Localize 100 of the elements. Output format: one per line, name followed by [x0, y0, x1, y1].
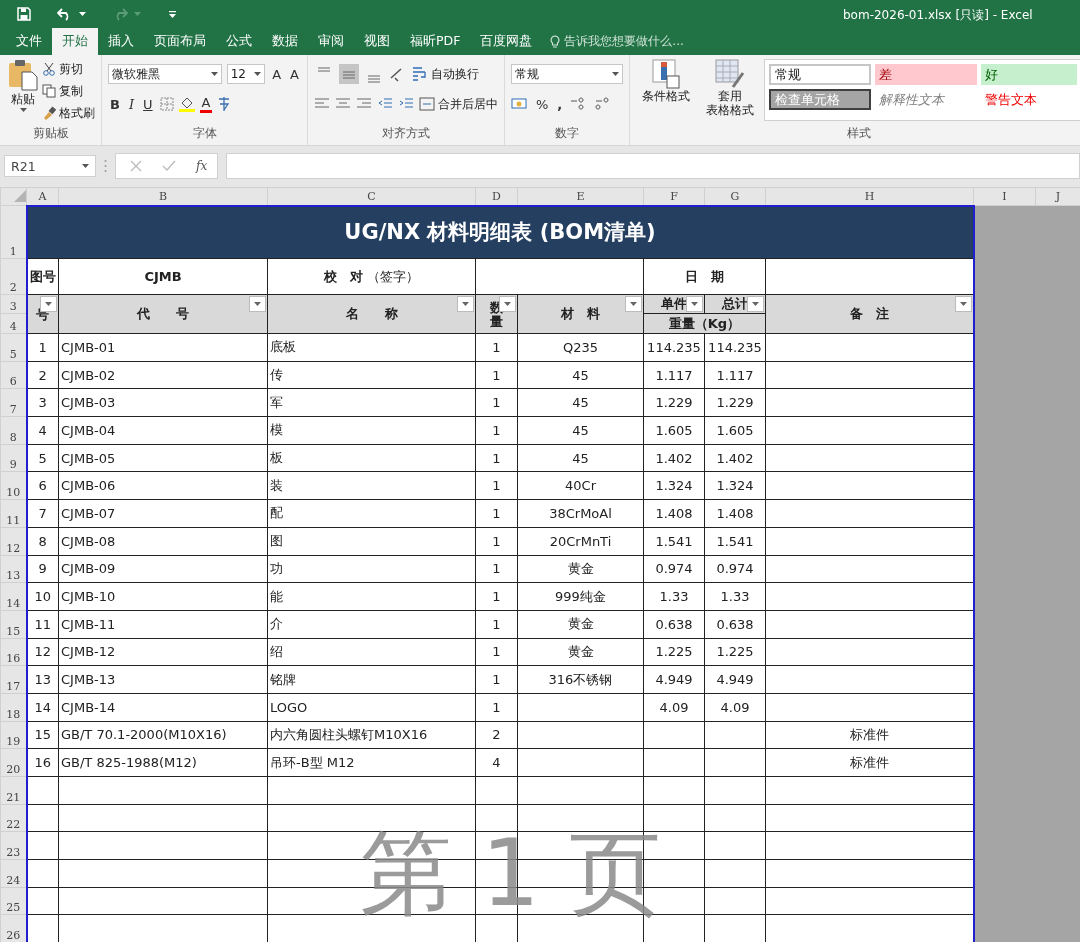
- row-header[interactable]: 23: [0, 831, 27, 860]
- align-icon[interactable]: [339, 64, 359, 84]
- row-header[interactable]: 16: [0, 638, 27, 666]
- filter-button[interactable]: [625, 296, 642, 312]
- table-cell: 1.402: [643, 444, 705, 472]
- row-header[interactable]: 21: [0, 776, 27, 805]
- row-header[interactable]: 10: [0, 471, 27, 500]
- column-header[interactable]: J: [1035, 187, 1080, 206]
- table-cell: 4.949: [704, 665, 766, 694]
- customize-icon[interactable]: [169, 10, 176, 18]
- increase-indent-icon[interactable]: [398, 97, 414, 111]
- enter-icon[interactable]: [162, 160, 176, 172]
- paste-button[interactable]: 粘贴: [6, 59, 40, 123]
- ribbon-tab[interactable]: 开始: [52, 28, 98, 55]
- row-header[interactable]: 14: [0, 582, 27, 611]
- tell-me-field[interactable]: 告诉我您想要做什么...: [550, 28, 684, 55]
- ribbon-tab[interactable]: 公式: [216, 28, 262, 55]
- ribbon-tab[interactable]: 文件: [6, 28, 52, 55]
- currency-icon[interactable]: [511, 97, 529, 111]
- font-size-dropdown[interactable]: 12: [226, 64, 266, 84]
- ribbon-tab[interactable]: 页面布局: [144, 28, 216, 55]
- column-header[interactable]: G: [704, 187, 766, 206]
- column-header[interactable]: F: [643, 187, 705, 206]
- row-header[interactable]: 17: [0, 665, 27, 694]
- column-header[interactable]: D: [475, 187, 518, 206]
- filter-button[interactable]: [249, 296, 266, 312]
- column-header[interactable]: E: [517, 187, 644, 206]
- filter-button[interactable]: [747, 296, 764, 312]
- insert-function-button[interactable]: fx: [196, 159, 208, 173]
- row-header[interactable]: 2: [0, 258, 27, 295]
- fill-color-icon[interactable]: [178, 96, 195, 112]
- format-painter-button[interactable]: 格式刷: [42, 103, 95, 123]
- ribbon-tab[interactable]: 插入: [98, 28, 144, 55]
- align-right-icon[interactable]: [356, 97, 372, 111]
- ribbon-tab[interactable]: 审阅: [308, 28, 354, 55]
- column-header[interactable]: A: [26, 187, 59, 206]
- filter-button[interactable]: [457, 296, 474, 312]
- font-family-dropdown[interactable]: 微软雅黑: [108, 64, 222, 84]
- grow-font-button[interactable]: A: [270, 66, 284, 82]
- table-format-button[interactable]: 套用 表格格式: [700, 59, 760, 121]
- row-header[interactable]: 9: [0, 444, 27, 472]
- align-left-icon[interactable]: [314, 97, 330, 111]
- row-header[interactable]: 25: [0, 887, 27, 915]
- table-cell: 9: [26, 555, 59, 583]
- borders-icon[interactable]: [159, 97, 174, 111]
- row-header[interactable]: 22: [0, 804, 27, 832]
- italic-button[interactable]: I: [126, 96, 137, 112]
- name-box[interactable]: R21: [4, 155, 96, 177]
- row-header[interactable]: 6: [0, 361, 27, 389]
- decrease-indent-icon[interactable]: [377, 97, 393, 111]
- merge-center-button[interactable]: 合并后居中: [419, 94, 498, 114]
- comma-button[interactable]: ,: [555, 96, 565, 112]
- underline-button[interactable]: U: [141, 96, 155, 112]
- ribbon-tab[interactable]: 视图: [354, 28, 400, 55]
- filter-button[interactable]: [686, 296, 703, 312]
- ribbon-tab[interactable]: 数据: [262, 28, 308, 55]
- row-header[interactable]: 24: [0, 859, 27, 888]
- copy-button[interactable]: 复制: [42, 81, 95, 101]
- column-header[interactable]: H: [765, 187, 974, 206]
- row-header[interactable]: 7: [0, 388, 27, 417]
- row-header[interactable]: 19: [0, 721, 27, 749]
- select-all-icon[interactable]: [14, 190, 26, 202]
- lightbulb-icon: [550, 34, 561, 49]
- cell-style-button[interactable]: 差: [875, 64, 977, 85]
- row-header[interactable]: 13: [0, 555, 27, 583]
- row-header[interactable]: 20: [0, 748, 27, 777]
- percent-button[interactable]: %: [534, 96, 551, 112]
- conditional-format-button[interactable]: 条件格式: [636, 59, 696, 121]
- row-header[interactable]: 26: [0, 914, 27, 942]
- filter-button[interactable]: [954, 296, 972, 312]
- align-center-icon[interactable]: [335, 97, 351, 111]
- cancel-icon[interactable]: [130, 160, 142, 172]
- cell-style-button[interactable]: 常规: [769, 64, 871, 85]
- formula-input[interactable]: [226, 153, 1080, 179]
- row-header[interactable]: 15: [0, 610, 27, 639]
- decrease-decimal-icon[interactable]: [592, 97, 611, 111]
- ribbon-tab[interactable]: 百度网盘: [470, 28, 543, 55]
- row-header[interactable]: 12: [0, 527, 27, 555]
- cut-button[interactable]: 剪切: [42, 59, 95, 79]
- bold-button[interactable]: B: [108, 96, 122, 112]
- column-header[interactable]: I: [973, 187, 1036, 206]
- column-header[interactable]: B: [58, 187, 268, 206]
- wrap-text-button[interactable]: 自动换行: [412, 64, 479, 84]
- row-header[interactable]: 8: [0, 416, 27, 445]
- row-header[interactable]: 1: [0, 205, 27, 259]
- save-icon[interactable]: [17, 7, 31, 21]
- cell-style-button[interactable]: 好: [981, 64, 1077, 85]
- row-header[interactable]: 18: [0, 693, 27, 722]
- font-color-button[interactable]: A: [199, 95, 213, 113]
- ribbon-tab[interactable]: 福昕PDF: [400, 28, 471, 55]
- caret-icon[interactable]: [79, 12, 86, 16]
- column-header[interactable]: C: [267, 187, 476, 206]
- shrink-font-button[interactable]: A: [288, 66, 301, 82]
- row-header[interactable]: 11: [0, 499, 27, 528]
- phonetic-icon[interactable]: [217, 96, 232, 112]
- row-header[interactable]: 5: [0, 333, 27, 362]
- cell-style-button[interactable]: 警告文本: [981, 89, 1077, 110]
- cell-style-button[interactable]: 解释性文本: [875, 89, 977, 110]
- number-format-dropdown[interactable]: 常规: [511, 64, 623, 84]
- row-header[interactable]: 4: [0, 313, 27, 334]
